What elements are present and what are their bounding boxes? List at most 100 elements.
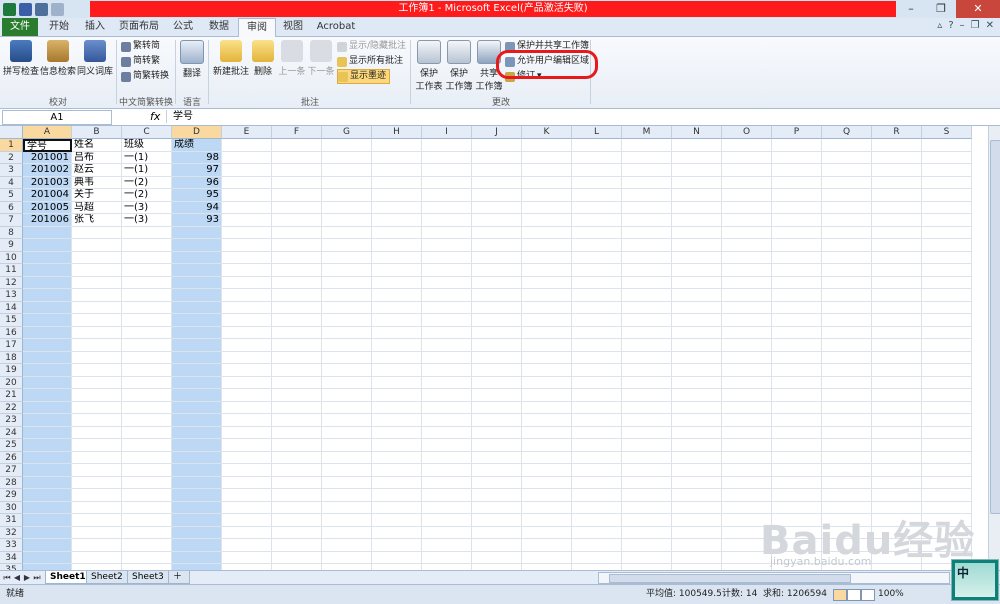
cell[interactable]: [672, 389, 722, 402]
cell[interactable]: [672, 139, 722, 152]
cell[interactable]: [672, 301, 722, 314]
cell[interactable]: [222, 526, 272, 539]
cell[interactable]: [372, 339, 422, 352]
cell[interactable]: [522, 439, 572, 452]
cell[interactable]: [622, 339, 672, 352]
cell[interactable]: [322, 139, 372, 152]
cell[interactable]: [322, 426, 372, 439]
cell[interactable]: [772, 326, 822, 339]
tab-formulas[interactable]: 公式: [166, 18, 200, 36]
zoom-level[interactable]: 100%: [878, 585, 904, 604]
normal-view-icon[interactable]: [833, 589, 847, 601]
cell[interactable]: [122, 389, 172, 402]
cell[interactable]: [122, 439, 172, 452]
cell[interactable]: [272, 139, 322, 152]
cell[interactable]: [322, 301, 372, 314]
cell[interactable]: [622, 326, 672, 339]
cell[interactable]: 98: [172, 151, 222, 164]
cell[interactable]: [172, 514, 222, 527]
cell[interactable]: [122, 551, 172, 564]
cell[interactable]: [822, 276, 872, 289]
cell[interactable]: [372, 514, 422, 527]
row-header[interactable]: 2: [0, 151, 23, 164]
cell[interactable]: [472, 464, 522, 477]
cell[interactable]: [23, 314, 72, 327]
cell[interactable]: [772, 301, 822, 314]
cell[interactable]: [622, 226, 672, 239]
cell[interactable]: [772, 426, 822, 439]
row-header[interactable]: 34: [0, 551, 23, 564]
cell[interactable]: [522, 201, 572, 214]
cell[interactable]: [222, 239, 272, 252]
cell[interactable]: [522, 214, 572, 227]
cell[interactable]: [822, 426, 872, 439]
cell[interactable]: [622, 251, 672, 264]
cell[interactable]: [422, 464, 472, 477]
cell[interactable]: [172, 389, 222, 402]
cell[interactable]: [572, 239, 622, 252]
cell[interactable]: [722, 214, 772, 227]
cell[interactable]: [622, 164, 672, 177]
cell[interactable]: [472, 189, 522, 202]
cell[interactable]: [222, 439, 272, 452]
cell[interactable]: [822, 189, 872, 202]
cell[interactable]: 201002: [23, 164, 72, 177]
cell[interactable]: [772, 364, 822, 377]
row-header[interactable]: 11: [0, 264, 23, 277]
save-icon[interactable]: [19, 2, 32, 16]
row-header[interactable]: 20: [0, 376, 23, 389]
cell[interactable]: [872, 389, 922, 402]
cell[interactable]: 关于: [72, 189, 122, 202]
cell[interactable]: [422, 326, 472, 339]
cell[interactable]: [322, 501, 372, 514]
cell[interactable]: [222, 201, 272, 214]
cell[interactable]: [172, 264, 222, 277]
cell[interactable]: [72, 501, 122, 514]
cell[interactable]: [372, 164, 422, 177]
chinese-convert-button[interactable]: 简繁转换: [121, 70, 169, 83]
cell[interactable]: [222, 426, 272, 439]
cell[interactable]: [172, 476, 222, 489]
cell[interactable]: [422, 501, 472, 514]
cell[interactable]: [772, 389, 822, 402]
row-header[interactable]: 26: [0, 451, 23, 464]
cell[interactable]: [422, 339, 472, 352]
cell[interactable]: [72, 526, 122, 539]
cell[interactable]: [672, 414, 722, 427]
cell[interactable]: [922, 476, 972, 489]
cell[interactable]: [772, 289, 822, 302]
cell[interactable]: [772, 226, 822, 239]
cell[interactable]: [922, 364, 972, 377]
cell[interactable]: [372, 314, 422, 327]
cell[interactable]: [872, 151, 922, 164]
cell[interactable]: [72, 276, 122, 289]
cell[interactable]: [472, 451, 522, 464]
cell[interactable]: [872, 189, 922, 202]
cell[interactable]: [372, 176, 422, 189]
cell[interactable]: [872, 451, 922, 464]
cell[interactable]: [672, 364, 722, 377]
cell[interactable]: [23, 539, 72, 552]
cell[interactable]: [672, 351, 722, 364]
cell[interactable]: [522, 151, 572, 164]
close-button[interactable]: ✕: [956, 0, 1000, 18]
cell[interactable]: [72, 476, 122, 489]
cell[interactable]: [222, 376, 272, 389]
cell[interactable]: [272, 239, 322, 252]
cell[interactable]: [872, 139, 922, 152]
cell[interactable]: [122, 464, 172, 477]
cell[interactable]: [772, 464, 822, 477]
cell[interactable]: [672, 439, 722, 452]
row-header[interactable]: 33: [0, 539, 23, 552]
cell[interactable]: [622, 426, 672, 439]
cell[interactable]: [522, 189, 572, 202]
cell[interactable]: [622, 476, 672, 489]
cell[interactable]: [72, 514, 122, 527]
cell[interactable]: [472, 239, 522, 252]
cell[interactable]: [372, 326, 422, 339]
cell[interactable]: [572, 376, 622, 389]
cell[interactable]: [372, 489, 422, 502]
cell[interactable]: [372, 151, 422, 164]
cell[interactable]: [522, 301, 572, 314]
cell[interactable]: [922, 464, 972, 477]
